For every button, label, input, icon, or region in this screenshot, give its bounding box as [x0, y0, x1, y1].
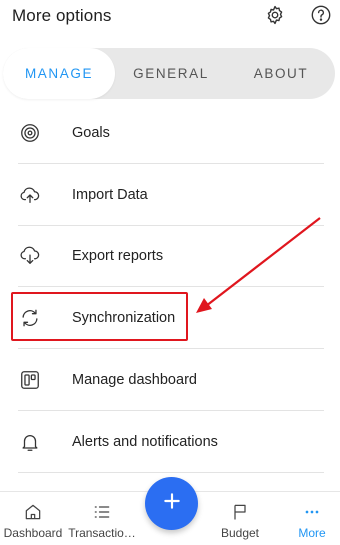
help-icon[interactable] [309, 3, 333, 27]
tab-manage[interactable]: MANAGE [3, 48, 115, 99]
menu-item-export-reports[interactable]: Export reports [0, 226, 340, 288]
page-title: More options [12, 6, 112, 25]
home-icon [22, 501, 44, 523]
list-icon [91, 501, 113, 523]
menu-item-label: Export reports [72, 248, 164, 265]
add-transaction-button[interactable] [145, 477, 198, 530]
nav-item-budget[interactable]: Budget [212, 492, 268, 545]
menu-item-label: Manage dashboard [72, 372, 197, 389]
menu-list: Goals Import Data Export reports Synchro… [0, 102, 340, 473]
more-dots-icon [301, 501, 323, 523]
nav-label: More [298, 526, 326, 540]
menu-item-goals[interactable]: Goals [0, 102, 340, 164]
tab-general[interactable]: GENERAL [115, 48, 227, 99]
flag-icon [229, 501, 251, 523]
plus-icon [162, 491, 182, 516]
header: More options [0, 0, 340, 36]
nav-label: Transactio… [68, 526, 136, 540]
menu-item-label: Goals [72, 124, 110, 141]
gear-icon[interactable] [263, 3, 287, 27]
cloud-download-icon [18, 244, 42, 268]
menu-item-label: Alerts and notifications [72, 433, 218, 450]
menu-item-label: Import Data [72, 186, 148, 203]
nav-label: Dashboard [3, 526, 63, 540]
divider [18, 471, 324, 473]
cloud-upload-icon [18, 183, 42, 207]
bell-icon [18, 430, 42, 454]
menu-item-import-data[interactable]: Import Data [0, 164, 340, 226]
menu-item-label: Synchronization [72, 310, 176, 327]
sync-icon [18, 306, 42, 330]
dashboard-layout-icon [18, 368, 42, 392]
nav-item-more[interactable]: More [284, 492, 340, 545]
nav-label: Budget [220, 526, 260, 540]
menu-item-synchronization[interactable]: Synchronization [0, 287, 340, 350]
tab-about[interactable]: ABOUT [227, 48, 335, 99]
menu-item-manage-dashboard[interactable]: Manage dashboard [0, 349, 340, 411]
menu-item-alerts-notifications[interactable]: Alerts and notifications [0, 411, 340, 473]
segmented-tabs: MANAGE GENERAL ABOUT [3, 48, 335, 99]
target-icon [18, 121, 42, 145]
nav-item-dashboard[interactable]: Dashboard [0, 492, 66, 545]
nav-item-transactions[interactable]: Transactio… [66, 492, 138, 545]
